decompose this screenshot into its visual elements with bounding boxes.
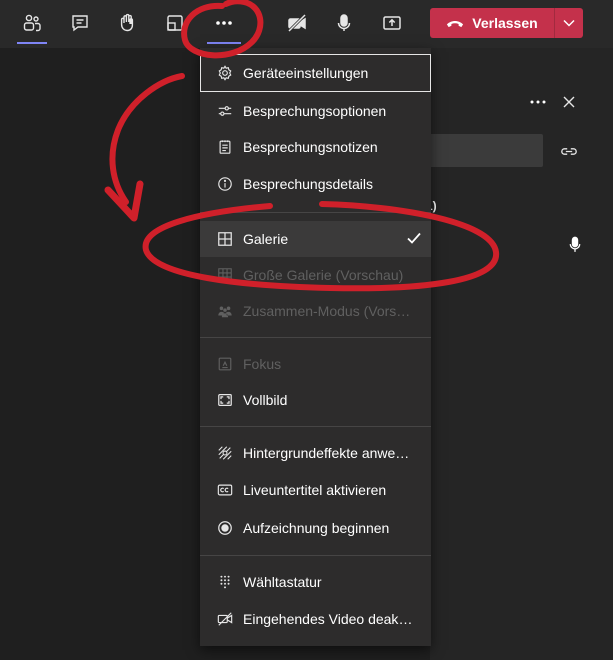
video-off-icon	[216, 610, 234, 628]
panel-close-button[interactable]	[562, 92, 576, 112]
leave-button[interactable]: Verlassen	[430, 8, 554, 38]
menu-item-meeting-details[interactable]: Besprechungsdetails	[200, 166, 431, 202]
menu-item-label: Galerie	[243, 231, 289, 247]
menu-item-label: Besprechungsdetails	[243, 176, 373, 192]
background-effects-icon	[216, 444, 234, 462]
menu-divider	[200, 555, 431, 556]
gear-icon	[216, 64, 234, 82]
menu-item-label: Fokus	[243, 356, 282, 372]
menu-item-label: Geräteeinstellungen	[243, 65, 369, 81]
rooms-button[interactable]	[158, 6, 192, 40]
focus-icon	[216, 355, 234, 373]
info-icon	[216, 175, 234, 193]
raise-hand-icon	[120, 13, 134, 32]
panel-search-input[interactable]	[420, 134, 543, 167]
large-gallery-icon	[216, 266, 234, 284]
menu-item-meeting-notes[interactable]: Besprechungsnotizen	[200, 129, 431, 165]
participants-icon	[23, 14, 41, 32]
menu-item-focus: Fokus	[200, 346, 431, 382]
leave-options-button[interactable]	[555, 8, 583, 38]
panel-more-button[interactable]	[530, 92, 546, 112]
participant-mic-icon	[566, 234, 584, 256]
dialpad-icon	[216, 573, 234, 591]
link-icon	[561, 147, 577, 155]
more-actions-indicator	[207, 42, 241, 44]
video-stage	[0, 48, 200, 660]
menu-item-gallery[interactable]: Galerie	[200, 221, 431, 257]
camera-off-icon	[287, 13, 307, 33]
meeting-toolbar: Verlassen	[0, 0, 613, 48]
menu-item-label: Aufzeichnung beginnen	[243, 520, 390, 536]
raise-hand-button[interactable]	[110, 6, 144, 40]
chevron-down-icon	[563, 19, 575, 27]
menu-item-label: Besprechungsnotizen	[243, 139, 378, 155]
menu-item-label: Große Galerie (Vorschau)	[243, 267, 404, 283]
menu-item-label: Wähltastatur	[243, 574, 322, 590]
more-icon	[530, 100, 546, 104]
chat-icon	[72, 15, 88, 32]
together-mode-icon	[216, 302, 234, 320]
menu-item-together-mode: Zusammen-Modus (Vorschau)	[200, 293, 431, 329]
more-actions-button[interactable]	[207, 6, 241, 40]
hang-up-icon	[447, 20, 464, 27]
fullscreen-icon	[216, 391, 234, 409]
captions-icon	[216, 481, 234, 499]
menu-item-dialpad[interactable]: Wähltastatur	[200, 564, 431, 600]
menu-divider	[200, 212, 431, 213]
checkmark-icon	[407, 232, 421, 244]
close-icon	[563, 96, 575, 108]
camera-toggle-button[interactable]	[280, 6, 314, 40]
leave-label: Verlassen	[472, 15, 538, 31]
share-screen-icon	[383, 16, 401, 30]
more-actions-icon	[216, 21, 232, 25]
active-tab-indicator	[17, 42, 47, 44]
leave-button-group: Verlassen	[430, 8, 583, 38]
menu-item-start-recording[interactable]: Aufzeichnung beginnen	[200, 510, 431, 546]
menu-item-label: Zusammen-Modus (Vorschau)	[243, 303, 413, 319]
rooms-icon	[167, 15, 183, 31]
notes-icon	[216, 138, 234, 156]
menu-item-label: Liveuntertitel aktivieren	[243, 482, 387, 498]
microphone-button[interactable]	[327, 6, 361, 40]
menu-divider	[200, 426, 431, 427]
menu-divider	[200, 337, 431, 338]
chat-button[interactable]	[63, 6, 97, 40]
microphone-icon	[337, 14, 351, 31]
record-icon	[216, 519, 234, 537]
menu-item-label: Besprechungsoptionen	[243, 103, 387, 119]
menu-item-meeting-options[interactable]: Besprechungsoptionen	[200, 93, 431, 129]
menu-item-live-captions[interactable]: Liveuntertitel aktivieren	[200, 472, 431, 508]
menu-item-device-settings[interactable]: Geräteeinstellungen	[200, 54, 431, 92]
menu-item-label: Vollbild	[243, 392, 288, 408]
gallery-grid-icon	[216, 230, 234, 248]
menu-item-fullscreen[interactable]: Vollbild	[200, 382, 431, 418]
sliders-icon	[216, 102, 234, 120]
menu-item-large-gallery: Große Galerie (Vorschau)	[200, 257, 431, 293]
menu-item-label: Hintergrundeffekte anwenden	[243, 445, 413, 461]
menu-item-background-effects[interactable]: Hintergrundeffekte anwenden	[200, 435, 431, 471]
copy-link-button[interactable]	[558, 141, 580, 161]
menu-item-disable-incoming-video[interactable]: Eingehendes Video deaktivieren	[200, 601, 431, 637]
participants-button[interactable]	[15, 6, 49, 40]
menu-item-label: Eingehendes Video deaktivieren	[243, 611, 413, 627]
share-screen-button[interactable]	[375, 6, 409, 40]
